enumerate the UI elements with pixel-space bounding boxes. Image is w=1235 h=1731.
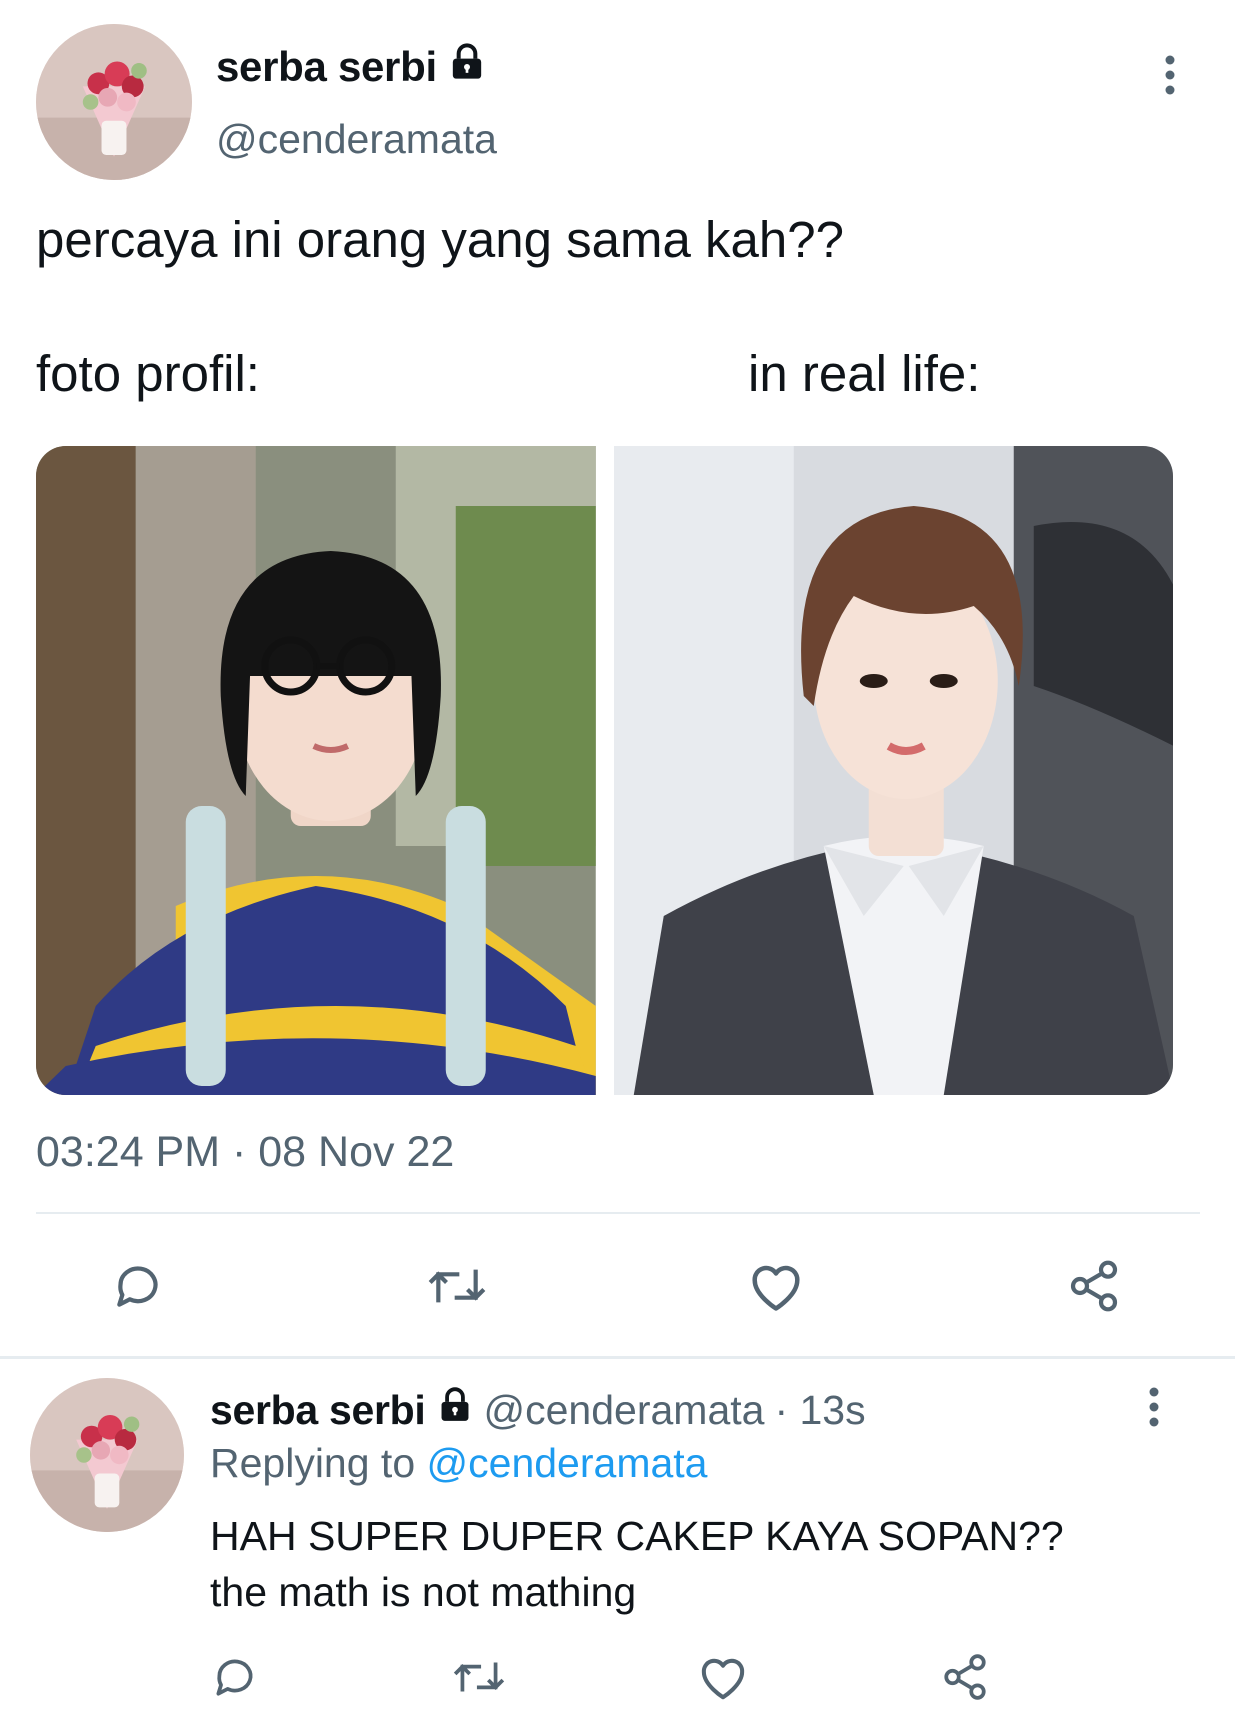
media-photo-left[interactable]: [36, 446, 596, 1095]
more-options-icon[interactable]: [1138, 1384, 1170, 1430]
lock-icon: [436, 1386, 474, 1434]
tweet-text-label-left: foto profil:: [36, 345, 260, 402]
more-options-icon[interactable]: [1154, 52, 1186, 98]
reply-time[interactable]: · 13s: [774, 1387, 865, 1434]
tweet-media-grid: [36, 446, 1173, 1095]
reply-text-line: HAH SUPER DUPER CAKEP KAYA SOPAN??: [210, 1513, 1064, 1559]
reply-author-handle[interactable]: @cenderamata: [484, 1387, 765, 1434]
author-avatar[interactable]: [36, 24, 192, 180]
author-handle[interactable]: @cenderamata: [216, 116, 497, 163]
reply-icon[interactable]: [110, 1258, 166, 1314]
photo-person-glasses-striped-shirt: [36, 446, 596, 1095]
share-icon[interactable]: [940, 1650, 990, 1704]
avatar-flower-bouquet-image: [30, 1378, 184, 1532]
author-name-row[interactable]: serba serbi: [216, 42, 487, 92]
replying-to-prefix: Replying to: [210, 1440, 416, 1486]
replying-to: Replying to @cenderamata: [210, 1440, 707, 1487]
retweet-icon[interactable]: [424, 1258, 490, 1314]
reply-header: serba serbi @cenderamata · 13s: [210, 1386, 866, 1434]
reply-icon[interactable]: [210, 1652, 260, 1702]
divider: [36, 1212, 1200, 1214]
tweet-text-label-right: in real life:: [748, 345, 981, 402]
author-display-name[interactable]: serba serbi: [216, 43, 437, 91]
divider: [0, 1356, 1235, 1359]
media-photo-right[interactable]: [613, 446, 1173, 1095]
share-icon[interactable]: [1066, 1256, 1122, 1316]
reply-text: HAH SUPER DUPER CAKEP KAYA SOPAN?? the m…: [210, 1508, 1210, 1620]
reply-author-display-name[interactable]: serba serbi: [210, 1387, 426, 1434]
reply-author-avatar[interactable]: [30, 1378, 184, 1532]
photo-person-suit-white-shirt: [613, 446, 1173, 1095]
lock-icon: [447, 42, 487, 92]
tweet-text: percaya ini orang yang sama kah??: [36, 211, 845, 268]
like-icon[interactable]: [746, 1258, 806, 1314]
like-icon[interactable]: [696, 1652, 750, 1702]
tweet-timestamp[interactable]: 03:24 PM · 08 Nov 22: [36, 1128, 454, 1177]
retweet-icon[interactable]: [450, 1652, 508, 1702]
reply-text-line: the math is not mathing: [210, 1569, 637, 1615]
replying-to-mention[interactable]: @cenderamata: [427, 1440, 708, 1486]
avatar-flower-bouquet-image: [36, 24, 192, 180]
